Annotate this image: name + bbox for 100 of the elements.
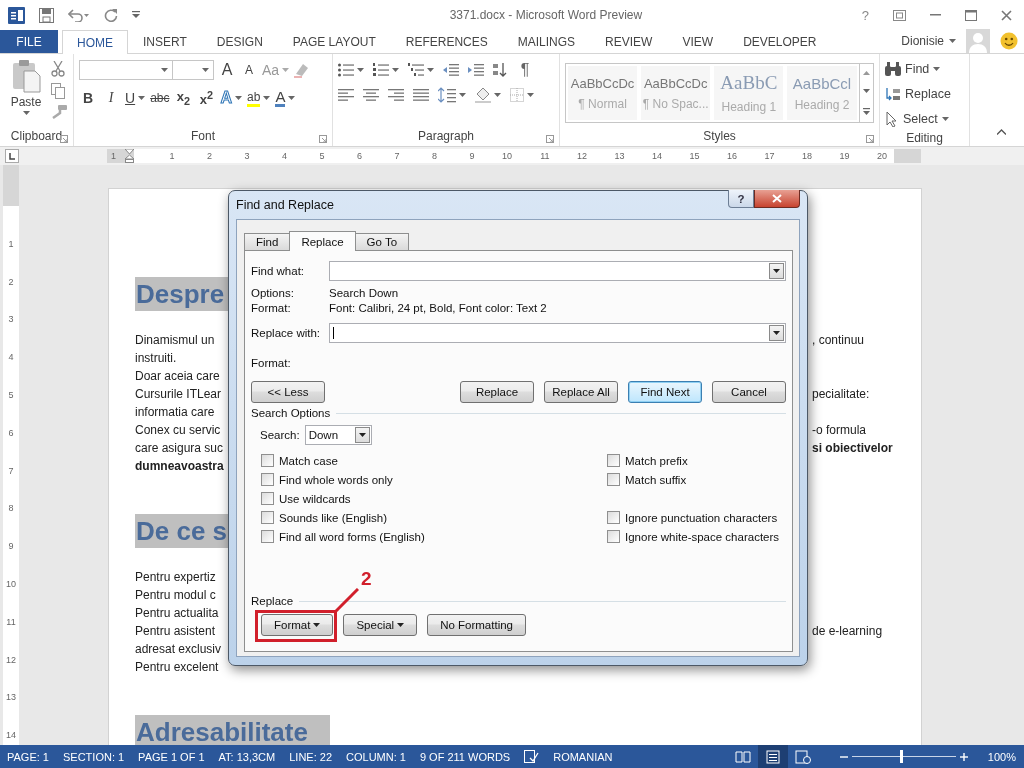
checkbox-label[interactable]: Match case — [279, 454, 338, 467]
increase-indent-icon[interactable] — [468, 64, 484, 76]
shading-icon[interactable] — [475, 87, 491, 103]
checkbox[interactable] — [261, 530, 274, 543]
justify-icon[interactable] — [413, 89, 429, 101]
more-styles-icon[interactable] — [862, 107, 870, 115]
checkbox-label[interactable]: Ignore punctuation characters — [625, 511, 778, 524]
account-menu[interactable]: Dionisie — [901, 34, 956, 48]
copy-icon[interactable] — [51, 83, 65, 99]
customize-icon[interactable] — [132, 11, 140, 19]
dialog-launcher-icon[interactable] — [546, 135, 554, 143]
align-right-icon[interactable] — [388, 89, 404, 101]
dialog-button[interactable]: Special — [343, 614, 418, 636]
help-button[interactable]: ? — [861, 7, 869, 23]
collapse-ribbon-icon[interactable] — [997, 129, 1006, 135]
proofing-icon[interactable] — [524, 749, 540, 764]
checkbox[interactable] — [261, 473, 274, 486]
style-item[interactable]: AaBbCcDc ¶ Normal — [568, 66, 638, 120]
style-item[interactable]: AaBbCcDc ¶ No Spac... — [641, 66, 711, 120]
bullets-icon[interactable] — [338, 63, 354, 77]
checkbox[interactable] — [607, 511, 620, 524]
strikethrough-button[interactable]: abc — [150, 87, 170, 109]
dialog-button[interactable]: Cancel — [712, 381, 786, 403]
zoom-slider-thumb[interactable] — [899, 750, 903, 763]
close-icon[interactable] — [1001, 9, 1012, 21]
word-logo-icon[interactable] — [8, 6, 25, 24]
checkbox-label[interactable]: Sounds like (English) — [279, 511, 388, 524]
underline-button[interactable]: U — [125, 87, 146, 109]
checkbox[interactable] — [261, 511, 274, 524]
status-item[interactable]: PAGE 1 OF 1 — [138, 750, 205, 763]
superscript-button[interactable]: x$^{2}$ — [197, 87, 216, 109]
save-icon[interactable] — [39, 7, 54, 23]
less-button[interactable]: << Less — [251, 381, 325, 403]
format-painter-icon[interactable] — [51, 105, 67, 119]
checkbox-label[interactable]: Find whole words only — [279, 473, 393, 486]
maximize-icon[interactable] — [965, 9, 977, 21]
status-item[interactable]: 9 OF 211 WORDS — [419, 750, 511, 763]
cut-icon[interactable] — [51, 61, 65, 77]
checkbox[interactable] — [607, 454, 620, 467]
indent-marker-icon[interactable] — [125, 149, 134, 163]
status-item[interactable]: SECTION: 1 — [63, 750, 125, 763]
ribbon-tab[interactable]: REVIEW — [590, 30, 668, 53]
undo-icon[interactable] — [68, 8, 90, 22]
align-left-icon[interactable] — [338, 89, 354, 101]
checkbox-label[interactable]: Use wildcards — [279, 492, 351, 505]
ribbon-tab[interactable]: REFERENCES — [390, 30, 503, 53]
scroll-down-icon[interactable] — [862, 89, 870, 94]
ribbon-tab[interactable]: PAGE LAYOUT — [277, 30, 391, 53]
highlight-button[interactable]: ab — [247, 87, 271, 109]
font-color-button[interactable]: A — [275, 87, 296, 109]
find-what-field[interactable] — [329, 261, 786, 281]
ribbon-tab[interactable]: VIEW — [667, 30, 729, 53]
checkbox[interactable] — [261, 492, 274, 505]
dialog-launcher-icon[interactable] — [866, 135, 874, 143]
dialog-button[interactable]: Format — [261, 614, 334, 636]
checkbox[interactable] — [607, 473, 620, 486]
decrease-indent-icon[interactable] — [443, 64, 459, 76]
subscript-button[interactable]: x$_{2}$ — [174, 87, 193, 109]
ribbon-tab[interactable]: DEVELOPER — [728, 30, 832, 53]
checkbox-label[interactable]: Match suffix — [625, 473, 687, 486]
restore-icon[interactable] — [893, 9, 906, 21]
checkbox[interactable] — [607, 530, 620, 543]
ribbon-tab[interactable]: FILE — [0, 30, 58, 53]
show-formatting-marks-button[interactable]: ¶ — [516, 59, 534, 81]
checkbox-label[interactable]: Ignore white-space characters — [625, 530, 780, 543]
replace-button[interactable]: Replace — [885, 84, 964, 104]
minimize-icon[interactable] — [930, 14, 941, 16]
ribbon-tab[interactable]: HOME — [62, 30, 128, 54]
language-status[interactable]: ROMANIAN — [553, 750, 613, 763]
status-item[interactable]: LINE: 22 — [289, 750, 332, 763]
scroll-up-icon[interactable] — [862, 71, 870, 76]
font-size-field[interactable] — [172, 60, 214, 80]
close-button[interactable] — [754, 190, 800, 208]
multilevel-list-icon[interactable] — [408, 63, 424, 77]
select-button[interactable]: Select — [885, 109, 964, 129]
checkbox[interactable] — [261, 454, 274, 467]
status-item[interactable]: AT: 13,3CM — [218, 750, 276, 763]
grow-font-button[interactable]: A — [218, 59, 236, 81]
center-icon[interactable] — [363, 89, 379, 101]
tab-selector-icon[interactable] — [5, 149, 19, 163]
paste-button[interactable]: Paste — [5, 59, 47, 115]
line-spacing-icon[interactable] — [438, 87, 456, 103]
shrink-font-button[interactable]: A — [240, 59, 258, 81]
dropdown-button[interactable] — [354, 427, 370, 443]
dialog-button[interactable]: No Formatting — [427, 614, 526, 636]
dialog-tab[interactable]: Find — [244, 233, 291, 250]
font-name-field[interactable] — [79, 60, 173, 80]
dialog-tab[interactable]: Replace — [289, 231, 356, 251]
ribbon-tab[interactable]: INSERT — [128, 30, 202, 53]
ribbon-tab[interactable]: DESIGN — [201, 30, 278, 53]
smiley-icon[interactable] — [1000, 32, 1018, 50]
status-item[interactable]: PAGE: 1 — [7, 750, 49, 763]
status-item[interactable]: COLUMN: 1 — [346, 750, 406, 763]
dialog-tab[interactable]: Go To — [354, 233, 410, 250]
redo-icon[interactable] — [104, 8, 118, 22]
view-mode-button[interactable] — [758, 745, 788, 768]
find-button[interactable]: Find — [885, 59, 964, 79]
replace-with-field[interactable] — [329, 323, 786, 343]
zoom-level[interactable]: 100% — [982, 750, 1016, 763]
checkbox-label[interactable]: Match prefix — [625, 454, 688, 467]
